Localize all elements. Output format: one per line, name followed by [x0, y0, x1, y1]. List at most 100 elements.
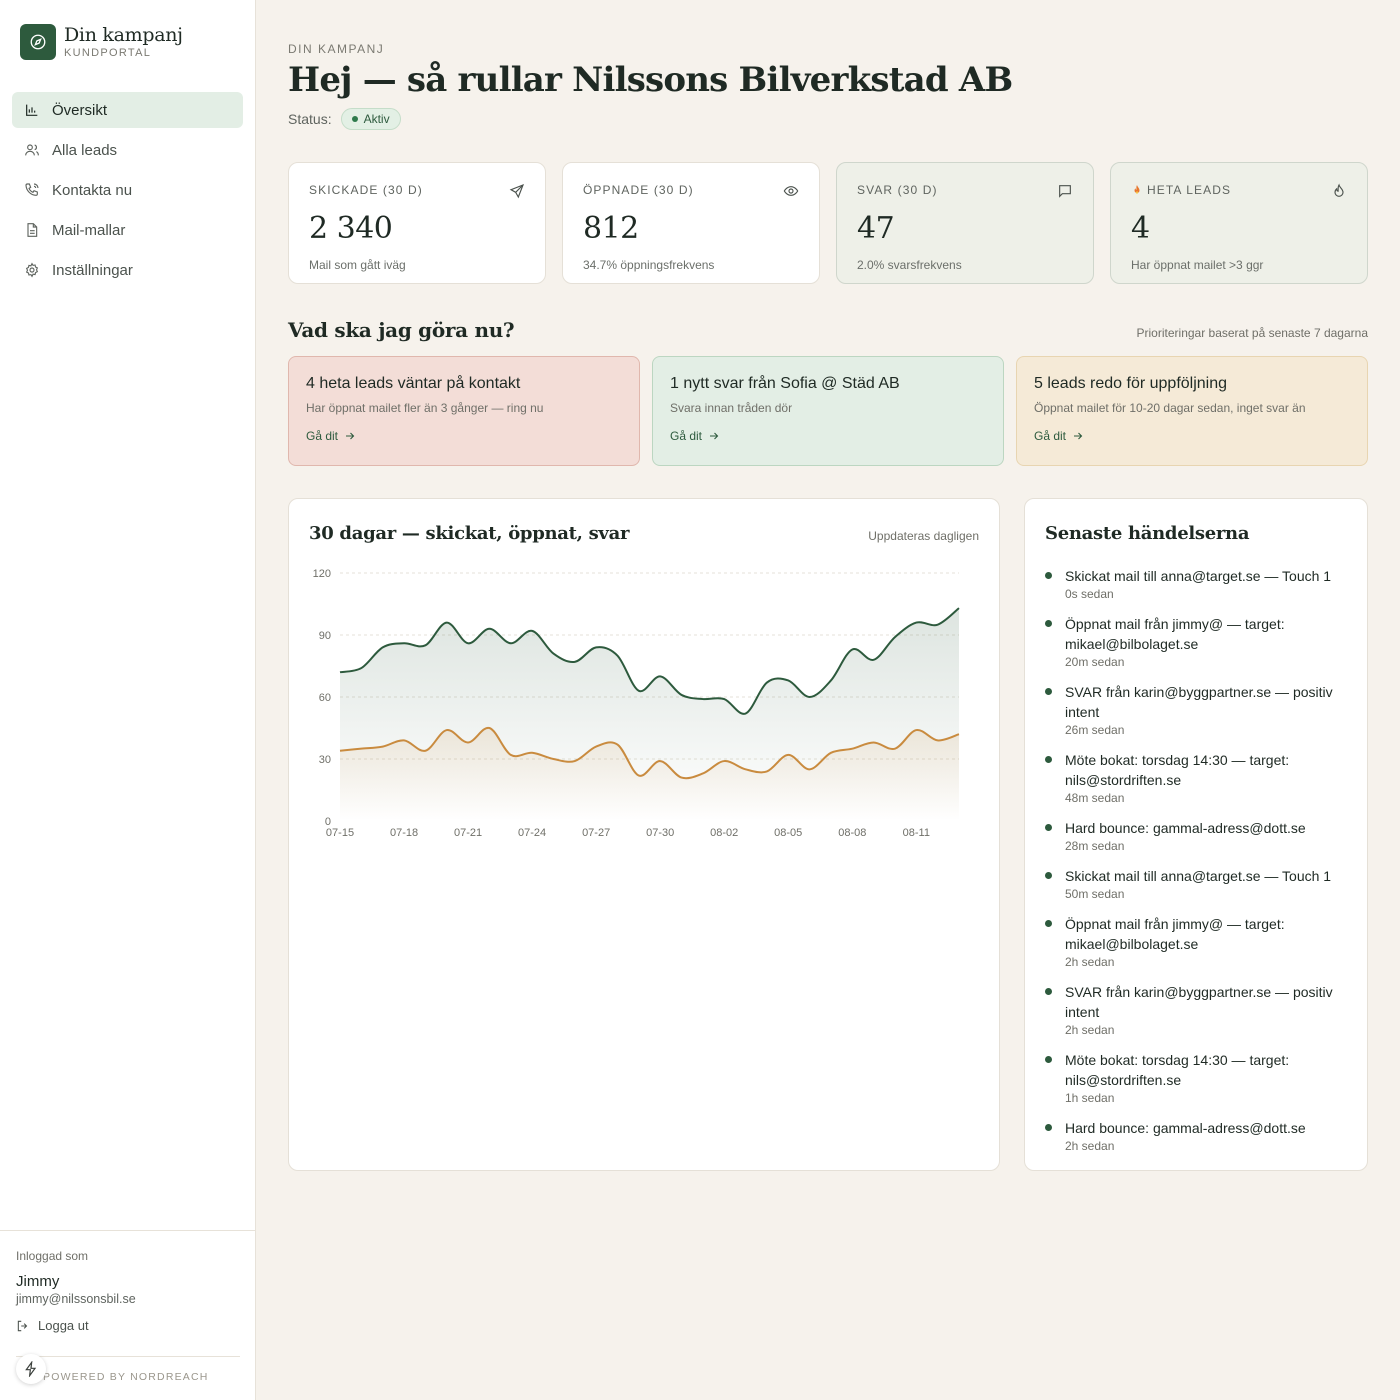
- user-panel: Inloggad som Jimmy jimmy@nilssonsbil.se …: [0, 1230, 255, 1333]
- event-item[interactable]: Skickat mail till anna@target.se — Touch…: [1045, 866, 1347, 902]
- event-list: Skickat mail till anna@target.se — Touch…: [1045, 566, 1347, 1154]
- y-tick-label: 30: [319, 754, 331, 766]
- kpi-card-skickade[interactable]: SKICKADE (30 D) 2 340 Mail som gått iväg: [288, 162, 546, 284]
- x-tick-label: 07-15: [326, 827, 354, 839]
- chart-title: 30 dagar — skickat, öppnat, svar: [309, 523, 630, 544]
- brand[interactable]: Din kampanj KUNDPORTAL: [20, 24, 183, 60]
- kpi-card-svar[interactable]: SVAR (30 D) 47 2.0% svarsfrekvens: [836, 162, 1094, 284]
- eye-icon: [783, 186, 799, 196]
- arrow-right-icon: [346, 432, 355, 440]
- sidebar-item-alla-leads[interactable]: Alla leads: [12, 132, 243, 168]
- event-dot: [1045, 920, 1052, 927]
- kpi-label: ÖPPNADE (30 D): [583, 183, 694, 197]
- kpi-value: 2 340: [309, 211, 393, 246]
- action-desc: Öppnat mailet för 10-20 dagar sedan, ing…: [1034, 401, 1306, 415]
- sidebar-item-installningar[interactable]: Inställningar: [12, 252, 243, 288]
- kpi-sub: 34.7% öppningsfrekvens: [583, 258, 715, 272]
- kpi-value: 47: [857, 211, 895, 246]
- go-link[interactable]: Gå dit: [1034, 429, 1350, 443]
- kpi-sub: Mail som gått iväg: [309, 258, 406, 272]
- event-text: Hard bounce: gammal-adress@dott.se: [1065, 820, 1306, 836]
- sidebar-item-mail-mallar[interactable]: Mail-mallar: [12, 212, 243, 248]
- logged-in-label: Inloggad som: [16, 1249, 89, 1263]
- event-time: 26m sedan: [1065, 723, 1125, 737]
- go-link-label: Gå dit: [306, 429, 339, 443]
- go-link[interactable]: Gå dit: [306, 429, 622, 443]
- go-link-label: Gå dit: [670, 429, 703, 443]
- sidebar-item-label: Alla leads: [52, 141, 118, 159]
- kpi-card-oppnade[interactable]: ÖPPNADE (30 D) 812 34.7% öppningsfrekven…: [562, 162, 820, 284]
- bar-chart-icon: [26, 104, 38, 116]
- status-badge: Aktiv: [340, 108, 401, 130]
- event-item[interactable]: Möte bokat: torsdag 14:30 — target: nils…: [1045, 750, 1347, 806]
- action-title: 4 heta leads väntar på kontakt: [306, 375, 521, 392]
- event-time: 0s sedan: [1065, 587, 1114, 601]
- kpi-card-heta-leads[interactable]: HETA LEADS 4 Har öppnat mailet >3 ggr: [1110, 162, 1368, 284]
- action-card-hot-leads[interactable]: 4 heta leads väntar på kontakt Har öppna…: [288, 356, 640, 466]
- kpi-value: 812: [583, 211, 639, 246]
- y-tick-label: 90: [319, 630, 331, 642]
- x-tick-label: 08-02: [710, 827, 738, 839]
- event-time: 48m sedan: [1065, 791, 1125, 805]
- chart-note: Uppdateras dagligen: [868, 529, 979, 543]
- action-desc: Svara innan tråden dör: [670, 401, 793, 415]
- status-value: Aktiv: [363, 112, 390, 126]
- event-dot: [1045, 756, 1052, 763]
- event-dot: [1045, 988, 1052, 995]
- go-link[interactable]: Gå dit: [670, 429, 986, 443]
- gear-icon: [25, 262, 39, 278]
- action-desc: Har öppnat mailet fler än 3 gånger — rin…: [306, 401, 544, 415]
- event-text: Skickat mail till anna@target.se — Touch…: [1065, 868, 1332, 884]
- event-text: Skickat mail till anna@target.se — Touch…: [1065, 568, 1332, 584]
- sidebar-item-oversikt[interactable]: Översikt: [12, 92, 243, 128]
- event-dot: [1045, 572, 1052, 579]
- arrow-right-icon: [710, 432, 719, 440]
- logout-button[interactable]: Logga ut: [16, 1318, 239, 1333]
- compass-icon: [20, 24, 56, 60]
- kpi-label-text: HETA LEADS: [1147, 183, 1232, 197]
- event-text: Möte bokat: torsdag 14:30 — target: nils…: [1065, 752, 1290, 788]
- phone-icon: [25, 183, 39, 196]
- event-dot: [1045, 824, 1052, 831]
- sidebar-item-label: Översikt: [52, 101, 108, 119]
- x-tick-label: 07-30: [646, 827, 674, 839]
- event-item[interactable]: Hard bounce: gammal-adress@dott.se 28m se…: [1045, 818, 1347, 854]
- event-item[interactable]: Möte bokat: torsdag 14:30 — target: nils…: [1045, 1050, 1347, 1106]
- event-item[interactable]: Öppnat mail från jimmy@ — target: mikael…: [1045, 914, 1347, 970]
- event-item[interactable]: Öppnat mail från jimmy@ — target: mikael…: [1045, 614, 1347, 670]
- brand-subtitle: KUNDPORTAL: [64, 47, 152, 59]
- event-time: 2h sedan: [1065, 955, 1115, 969]
- todo-note: Prioriteringar baserat på senaste 7 daga…: [1136, 326, 1368, 340]
- event-item[interactable]: SVAR från karin@byggpartner.se — positiv…: [1045, 682, 1347, 738]
- chart-card: 0 30 60 90 120 07-15 07-18 07-21 07-24 07-27 07-30…: [288, 498, 1000, 1171]
- x-tick-label: 07-27: [582, 827, 610, 839]
- sidebar-item-kontakta-nu[interactable]: Kontakta nu: [12, 172, 243, 208]
- action-card-follow-up[interactable]: 5 leads redo för uppföljning Öppnat mail…: [1016, 356, 1368, 466]
- event-dot: [1045, 620, 1052, 627]
- arrow-right-icon: [1074, 432, 1083, 440]
- bolt-icon[interactable]: [16, 1354, 46, 1384]
- sidebar-item-label: Mail-mallar: [52, 221, 126, 239]
- x-tick-label: 08-08: [838, 827, 866, 839]
- users-icon: [25, 144, 39, 156]
- events-card: Senaste händelserna Skickat mail till an…: [1024, 498, 1368, 1171]
- send-icon: [509, 184, 524, 199]
- event-item[interactable]: SVAR från karin@byggpartner.se — positiv…: [1045, 982, 1347, 1038]
- y-tick-label: 60: [319, 692, 331, 704]
- sidebar-item-label: Kontakta nu: [52, 181, 133, 199]
- trend-chart: 030609012007-15 07-18 07-21 07-24 07-27 07-30…: [313, 568, 960, 839]
- user-name: Jimmy: [16, 1273, 60, 1290]
- event-dot: [1045, 688, 1052, 695]
- event-dot: [1045, 1056, 1052, 1063]
- kpi-value: 4: [1131, 211, 1150, 246]
- action-card-new-reply[interactable]: 1 nytt svar från Sofia @ Städ AB Svara i…: [652, 356, 1004, 466]
- event-item[interactable]: Skickat mail till anna@target.se — Touch…: [1045, 566, 1347, 602]
- kpi-sub: Har öppnat mailet >3 ggr: [1131, 258, 1264, 272]
- x-tick-label: 07-21: [454, 827, 482, 839]
- x-tick-label: 08-05: [774, 827, 802, 839]
- kpi-label: SVAR (30 D): [857, 183, 938, 197]
- kpi-label: HETA LEADS: [1131, 183, 1347, 197]
- kpi-label: SKICKADE (30 D): [309, 183, 423, 197]
- event-item[interactable]: Hard bounce: gammal-adress@dott.se 2h sed…: [1045, 1118, 1347, 1154]
- event-time: 28m sedan: [1065, 839, 1125, 853]
